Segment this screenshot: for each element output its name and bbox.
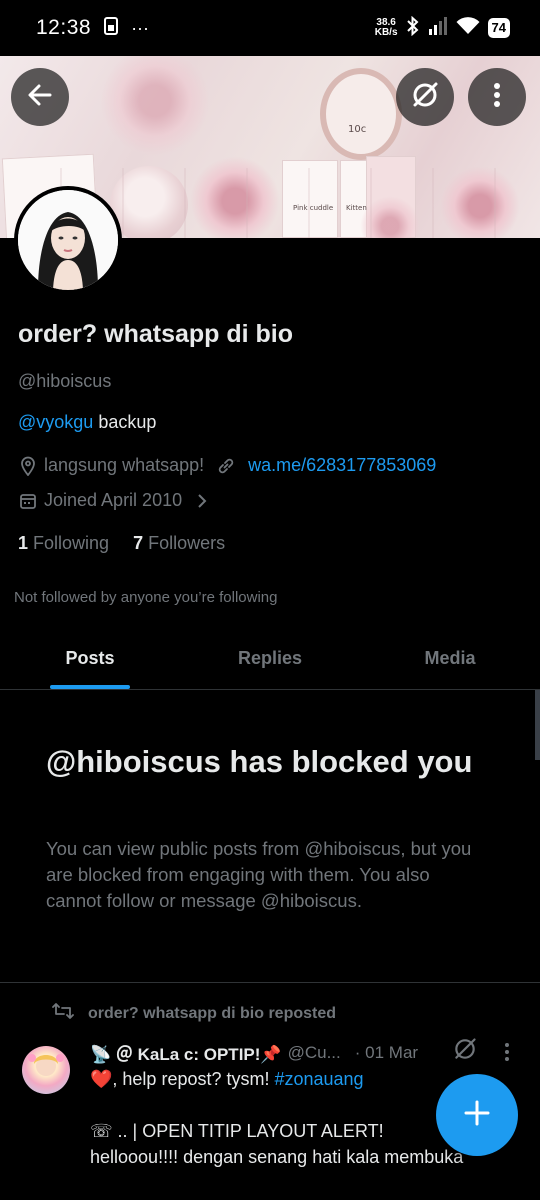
blocked-title: @hiboiscus has blocked you bbox=[46, 744, 473, 779]
profile-avatar[interactable] bbox=[14, 186, 122, 294]
section-divider bbox=[0, 982, 540, 983]
sim-icon bbox=[103, 16, 119, 41]
post-body: ☏ .. | OPEN TITIP LAYOUT ALERT! hellooou… bbox=[90, 1121, 464, 1167]
compose-button[interactable] bbox=[436, 1074, 518, 1156]
grok-button[interactable] bbox=[396, 68, 454, 126]
post-header: 📡 ＠ KaLa c: OPTIP!📌 @Cu... · 01 Mar bbox=[90, 1040, 418, 1065]
post-line1: ❤️, help repost? tysm! bbox=[90, 1069, 275, 1089]
repost-label: order? whatsapp di bio reposted bbox=[88, 1004, 337, 1022]
post-author-avatar[interactable] bbox=[22, 1046, 70, 1094]
scrollbar[interactable] bbox=[535, 690, 540, 760]
bluetooth-icon bbox=[406, 15, 420, 41]
repost-indicator: order? whatsapp di bio reposted bbox=[52, 1002, 336, 1025]
more-options-button[interactable] bbox=[468, 68, 526, 126]
signal-icon bbox=[428, 16, 448, 40]
banner-label-right: Kitten bbox=[346, 204, 367, 212]
profile-meta-row: langsung whatsapp! wa.me/6283177853069 bbox=[18, 455, 436, 476]
post-date[interactable]: · 01 Mar bbox=[355, 1043, 418, 1063]
battery-indicator: 74 bbox=[487, 18, 510, 38]
slashed-circle-icon bbox=[410, 80, 440, 115]
arrow-left-icon bbox=[26, 81, 54, 114]
post-more-icon[interactable] bbox=[504, 1042, 510, 1067]
status-bar: 12:38 ··· 38.6 KB/s 74 bbox=[0, 0, 540, 56]
back-button[interactable] bbox=[11, 68, 69, 126]
calendar-icon bbox=[18, 491, 38, 511]
status-time: 12:38 bbox=[36, 16, 92, 39]
network-speed: 38.6 KB/s bbox=[374, 17, 398, 38]
profile-website-link[interactable]: wa.me/6283177853069 bbox=[248, 455, 436, 476]
profile-display-name: order? whatsapp di bio bbox=[18, 320, 294, 348]
profile-tabs: Posts Replies Media bbox=[0, 628, 540, 690]
vertical-dots-icon bbox=[493, 82, 501, 113]
link-icon bbox=[216, 456, 236, 476]
profile-location: langsung whatsapp! bbox=[44, 455, 205, 475]
not-followed-notice: Not followed by anyone you’re following bbox=[14, 589, 278, 606]
blocked-description: You can view public posts from @hiboiscu… bbox=[46, 838, 472, 911]
wifi-icon bbox=[456, 16, 480, 40]
profile-joined-date: Joined April 2010 bbox=[44, 490, 183, 510]
banner-label-left: Pink cuddle bbox=[293, 204, 334, 212]
avatar-image bbox=[18, 190, 118, 290]
profile-joined-row[interactable]: Joined April 2010 bbox=[18, 490, 218, 511]
tab-replies[interactable]: Replies bbox=[180, 628, 360, 689]
following-link[interactable]: 1 Following bbox=[18, 533, 109, 554]
bio-mention-link[interactable]: @vyokgu bbox=[18, 412, 93, 432]
post-hashtag[interactable]: #zonauang bbox=[274, 1069, 363, 1089]
profile-handle: @hiboiscus bbox=[18, 371, 112, 391]
repost-icon bbox=[52, 1002, 74, 1025]
follow-stats: 1 Following 7 Followers bbox=[18, 533, 225, 554]
location-pin-icon bbox=[18, 456, 38, 476]
plus-icon bbox=[462, 1098, 492, 1133]
post-author-handle[interactable]: @Cu... bbox=[288, 1043, 341, 1063]
profile-bio: @vyokgu backup bbox=[18, 412, 156, 433]
tab-posts[interactable]: Posts bbox=[0, 628, 180, 689]
post-grok-icon[interactable] bbox=[452, 1036, 478, 1067]
post-avatar-image bbox=[28, 1054, 64, 1076]
chevron-right-icon bbox=[192, 491, 212, 511]
bio-text: backup bbox=[93, 412, 157, 432]
banner-label-number: 10c bbox=[348, 124, 367, 135]
post-author-name[interactable]: 📡 ＠ KaLa c: OPTIP!📌 bbox=[90, 1040, 282, 1065]
more-notifications-icon: ··· bbox=[131, 17, 150, 38]
followers-link[interactable]: 7 Followers bbox=[133, 533, 225, 554]
tab-media[interactable]: Media bbox=[360, 628, 540, 689]
